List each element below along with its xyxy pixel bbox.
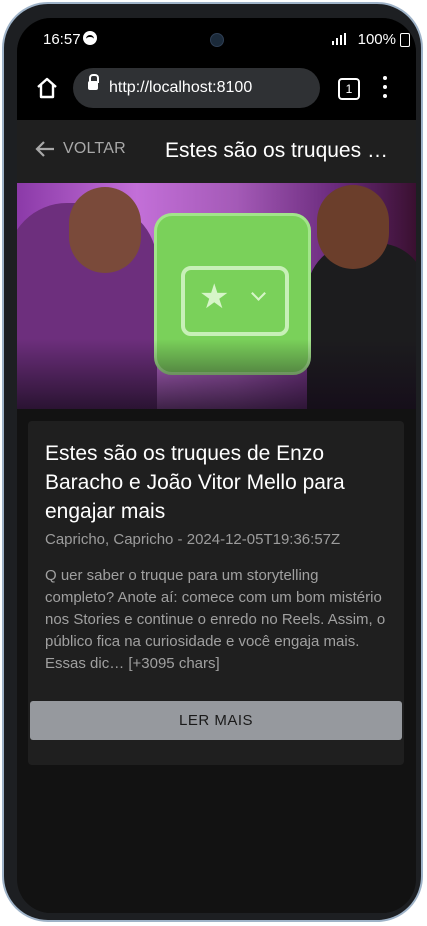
- article-card: Estes são os truques de Enzo Baracho e J…: [28, 421, 404, 765]
- battery-percent: 100%: [357, 31, 396, 48]
- back-button[interactable]: VOLTAR: [35, 140, 126, 158]
- address-bar[interactable]: http://localhost:8100: [73, 68, 320, 108]
- page-header: VOLTAR Estes são os truques de Enzo Bara…: [17, 120, 416, 183]
- battery-icon: [400, 33, 410, 47]
- camera-icon: [210, 33, 224, 47]
- article-summary: Q uer saber o truque para um storytellin…: [45, 567, 386, 672]
- spotify-icon: [83, 31, 97, 45]
- status-bar: 16:57 100%: [17, 18, 416, 58]
- url-text: http://localhost:8100: [109, 79, 253, 96]
- article-title: Estes são os truques de Enzo Baracho e J…: [45, 442, 345, 523]
- star-rating-graphic: ★: [181, 266, 289, 336]
- arrow-left-icon: [35, 141, 54, 157]
- screen: 16:57 100% http://localhost:8100 1 VOLTA…: [17, 18, 416, 913]
- person-right-head: [317, 185, 389, 269]
- page-title: Estes são os truques de Enzo Baracho e J…: [165, 139, 397, 162]
- gesture-bar: [17, 897, 416, 913]
- home-icon[interactable]: [35, 76, 59, 100]
- lock-icon: [88, 74, 99, 90]
- browser-toolbar: http://localhost:8100 1: [17, 58, 416, 120]
- article-image: ★: [17, 183, 416, 409]
- back-label: VOLTAR: [63, 140, 126, 157]
- article-meta: Capricho, Capricho - 2024-12-05T19:36:57…: [45, 531, 341, 548]
- more-vert-icon[interactable]: [382, 76, 388, 98]
- chevron-down-icon: [251, 286, 266, 301]
- phone-frame: 16:57 100% http://localhost:8100 1 VOLTA…: [2, 2, 423, 922]
- signal-icon: [332, 33, 346, 45]
- star-icon: ★: [199, 278, 230, 316]
- tabs-button[interactable]: 1: [338, 78, 360, 100]
- person-left-head: [69, 187, 141, 273]
- read-more-button[interactable]: LER MAIS: [30, 701, 402, 740]
- status-time: 16:57: [43, 31, 81, 48]
